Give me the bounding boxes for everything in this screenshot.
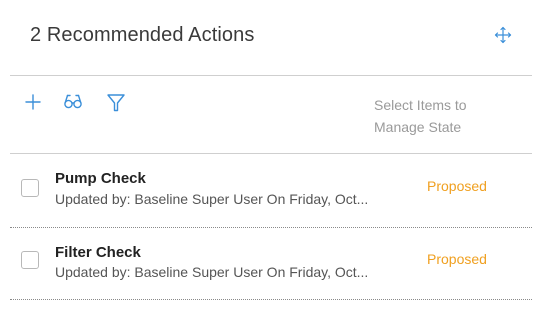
move-arrows-icon[interactable] [494,26,512,44]
list-item[interactable]: Pump Check Updated by: Baseline Super Us… [0,154,534,228]
item-title: Filter Check [55,244,141,261]
binoculars-icon[interactable] [63,93,83,111]
status-badge: Proposed [427,178,487,194]
status-badge: Proposed [427,251,487,267]
item-title: Pump Check [55,170,146,187]
item-updated-by: Updated by: Baseline Super User On Frida… [55,264,369,280]
filter-icon[interactable] [106,93,126,113]
panel-header: 2 Recommended Actions [0,0,534,76]
manage-state-hint: Select Items to Manage State [374,97,467,135]
item-checkbox[interactable] [21,251,39,269]
plus-icon[interactable] [24,93,42,111]
list-item[interactable]: Filter Check Updated by: Baseline Super … [0,228,534,302]
panel-title: 2 Recommended Actions [30,24,255,46]
toolbar: Select Items to Manage State [0,77,534,153]
header-divider [10,75,532,76]
recommended-actions-panel: 2 Recommended Actions Select Items to Ma… [0,0,534,318]
item-updated-by: Updated by: Baseline Super User On Frida… [55,191,369,207]
item-checkbox[interactable] [21,179,39,197]
row-divider [10,299,532,300]
